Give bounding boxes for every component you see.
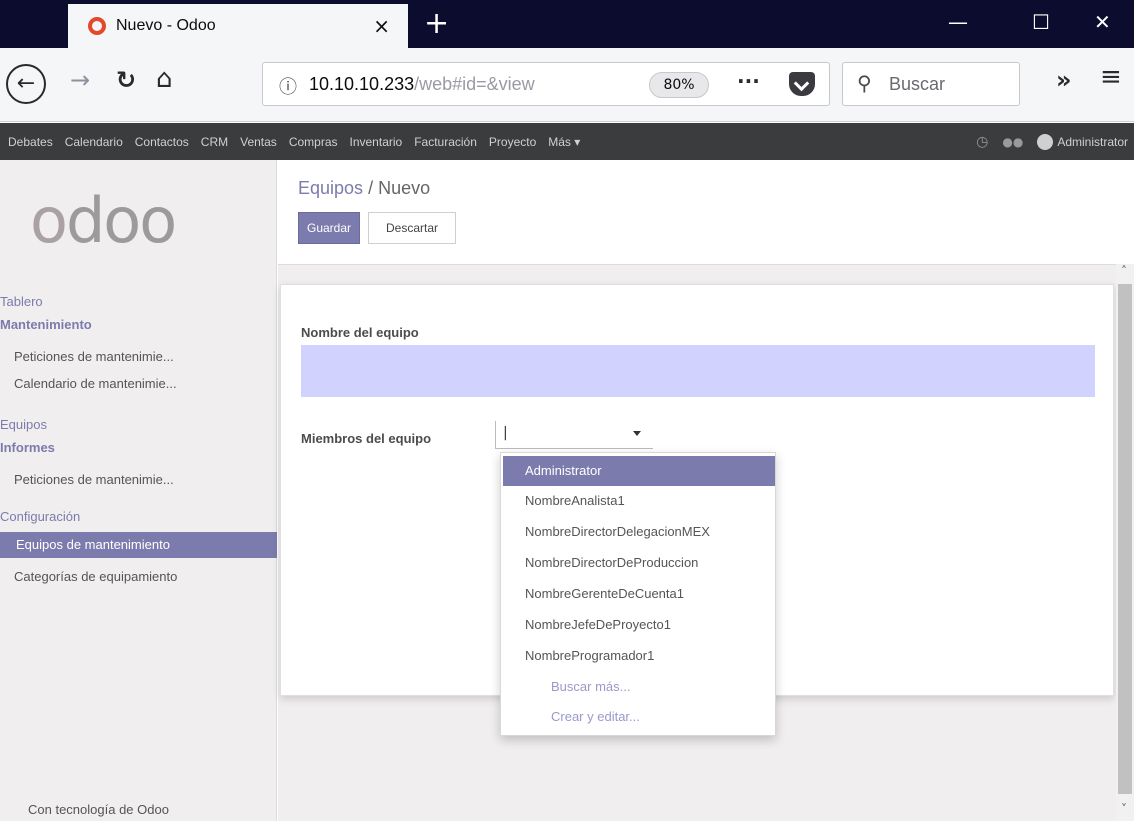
url-path: /web#id=&view [414, 74, 535, 94]
odoo-favicon-icon [88, 17, 106, 35]
team-name-input[interactable] [301, 345, 1095, 397]
scroll-down-icon[interactable]: ˅ [1121, 802, 1127, 816]
page-actions-icon[interactable]: ··· [737, 69, 760, 93]
sidebar-heading-configuracion: Configuración [0, 509, 81, 524]
search-more-link[interactable]: Buscar más... [551, 679, 630, 694]
menu-debates[interactable]: Debates [8, 135, 53, 149]
sidebar-item-equipos-mantenimiento[interactable]: Equipos de mantenimiento [0, 532, 277, 558]
url-text: 10.10.10.233/web#id=&view [309, 74, 535, 95]
sidebar-item-calendario[interactable]: Calendario de mantenimie... [0, 371, 277, 397]
hamburger-icon[interactable]: ≡ [1100, 62, 1122, 92]
pocket-icon[interactable] [789, 72, 815, 96]
browser-search-box[interactable]: ⚲ Buscar [842, 62, 1020, 106]
menu-contactos[interactable]: Contactos [135, 135, 189, 149]
browser-tab-bar: Nuevo - Odoo × + — ☐ ✕ [0, 0, 1134, 48]
members-autocomplete-dropdown: Administrator NombreAnalista1 NombreDire… [500, 452, 776, 736]
back-icon[interactable]: ← [6, 64, 46, 104]
dropdown-item[interactable]: NombreGerenteDeCuenta1 [503, 579, 775, 609]
menu-mas[interactable]: Más ▾ [548, 135, 580, 149]
forward-icon[interactable]: → [70, 66, 90, 94]
breadcrumb: Equipos / Nuevo [298, 178, 430, 199]
overflow-menu-icon[interactable]: » [1056, 66, 1072, 94]
sidebar-item-informes-peticiones[interactable]: Peticiones de mantenimie... [0, 467, 277, 493]
team-members-label: Miembros del equipo [301, 431, 432, 446]
sidebar-item-peticiones[interactable]: Peticiones de mantenimie... [0, 344, 277, 370]
members-input-text: | [503, 425, 508, 441]
sidebar-heading-mantenimiento: Mantenimiento [0, 317, 92, 332]
dropdown-item[interactable]: Administrator [503, 456, 775, 486]
search-icon: ⚲ [857, 71, 872, 95]
tab-title: Nuevo - Odoo [116, 17, 216, 34]
powered-by-footer[interactable]: Con tecnología de Odoo [28, 802, 169, 817]
sidebar-heading-equipos[interactable]: Equipos [0, 417, 47, 432]
browser-tab[interactable]: Nuevo - Odoo × [68, 4, 408, 48]
home-icon[interactable]: ⌂ [156, 64, 173, 94]
sidebar-item-categorias[interactable]: Categorías de equipamiento [0, 564, 277, 590]
breadcrumb-separator: / [368, 178, 374, 198]
search-placeholder: Buscar [889, 74, 946, 94]
save-button[interactable]: Guardar [298, 212, 360, 244]
scroll-up-icon[interactable]: ˄ [1121, 264, 1127, 278]
user-area: ◷ ●● Administrator [976, 123, 1128, 160]
create-and-edit-link[interactable]: Crear y editar... [551, 709, 640, 724]
menu-inventario[interactable]: Inventario [350, 135, 403, 149]
discard-button[interactable]: Descartar [368, 212, 456, 244]
chevron-down-icon[interactable] [633, 431, 641, 436]
messages-icon[interactable]: ●● [1002, 135, 1023, 149]
breadcrumb-parent[interactable]: Equipos [298, 178, 363, 198]
maximize-button[interactable]: ☐ [1032, 10, 1050, 34]
reload-icon[interactable]: ↻ [116, 66, 136, 94]
menu-compras[interactable]: Compras [289, 135, 338, 149]
scrollbar-thumb[interactable] [1118, 284, 1132, 794]
activity-clock-icon[interactable]: ◷ [976, 134, 988, 150]
tab-close-icon[interactable]: × [373, 14, 390, 38]
window-close-button[interactable]: ✕ [1094, 10, 1111, 34]
browser-navigation-bar: ← → ↻ ⌂ ⓘ 10.10.10.233/web#id=&view 80% … [0, 48, 1134, 122]
avatar[interactable] [1037, 133, 1054, 150]
zoom-badge[interactable]: 80% [649, 72, 709, 98]
minimize-button[interactable]: — [948, 10, 968, 34]
url-host: 10.10.10.233 [309, 74, 415, 94]
breadcrumb-current: Nuevo [378, 178, 431, 198]
dropdown-item[interactable]: NombreAnalista1 [503, 486, 775, 516]
sidebar: odoo Tablero Mantenimiento Peticiones de… [0, 160, 277, 821]
dropdown-item[interactable]: NombreDirectorDeProduccion [503, 548, 775, 578]
menu-crm[interactable]: CRM [201, 135, 228, 149]
new-tab-button[interactable]: + [424, 6, 449, 42]
dropdown-item[interactable]: NombreJefeDeProyecto1 [503, 610, 775, 640]
odoo-logo[interactable]: odoo [30, 184, 177, 257]
sidebar-heading-informes: Informes [0, 440, 55, 455]
user-menu[interactable]: Administrator [1057, 135, 1128, 149]
team-members-input[interactable] [495, 421, 653, 449]
menu-ventas[interactable]: Ventas [240, 135, 277, 149]
sidebar-heading-tablero[interactable]: Tablero [0, 294, 43, 309]
menu-calendario[interactable]: Calendario [65, 135, 123, 149]
url-bar[interactable]: ⓘ 10.10.10.233/web#id=&view 80% ··· [262, 62, 830, 106]
team-name-label: Nombre del equipo [301, 325, 419, 340]
dropdown-item[interactable]: NombreProgramador1 [503, 641, 775, 671]
menu-facturacion[interactable]: Facturación [414, 135, 477, 149]
info-icon[interactable]: ⓘ [279, 73, 297, 99]
odoo-main-menu: Debates Calendario Contactos CRM Ventas … [0, 123, 1134, 160]
dropdown-item[interactable]: NombreDirectorDelegacionMEX [503, 517, 775, 547]
menu-proyecto[interactable]: Proyecto [489, 135, 536, 149]
